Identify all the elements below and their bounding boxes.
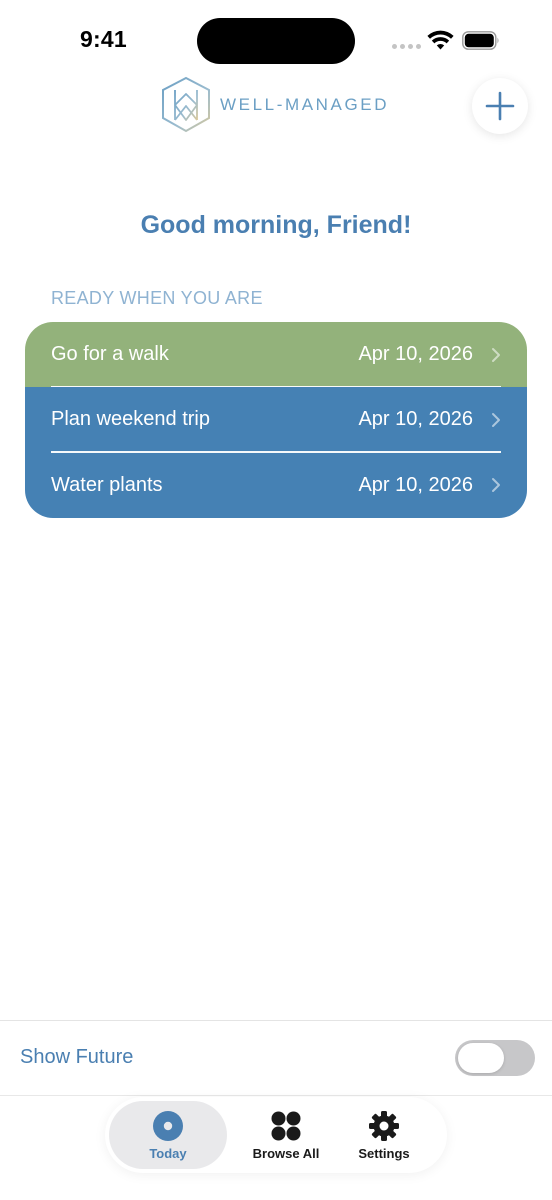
show-future-label: Show Future	[20, 1046, 134, 1068]
grid-icon	[271, 1111, 301, 1140]
toggle-knob	[458, 1043, 504, 1073]
task-row[interactable]: Plan weekend trip Apr 10, 2026	[25, 387, 527, 453]
logo-mark-icon	[162, 76, 210, 133]
dynamic-island	[197, 18, 355, 64]
task-row[interactable]: Water plants Apr 10, 2026	[25, 452, 527, 518]
battery-icon	[462, 31, 499, 50]
chevron-right-icon	[492, 347, 500, 362]
show-future-toggle[interactable]	[455, 1040, 535, 1076]
plus-icon	[485, 91, 515, 121]
tab-settings[interactable]: Settings	[325, 1101, 443, 1169]
app-logo: WELL-MANAGED	[160, 76, 389, 134]
task-date: Apr 10, 2026	[358, 343, 473, 366]
status-bar: 9:41	[0, 0, 552, 80]
cellular-signal-icon	[392, 44, 421, 49]
chevron-right-icon	[492, 412, 500, 427]
brand-name: WELL-MANAGED	[220, 95, 390, 114]
task-date: Apr 10, 2026	[358, 473, 473, 496]
greeting-title: Good morning, Friend!	[140, 211, 412, 239]
task-date: Apr 10, 2026	[358, 408, 473, 431]
tab-label: Today	[149, 1145, 187, 1161]
tab-label: Settings	[358, 1145, 410, 1161]
today-icon	[153, 1110, 183, 1141]
task-name: Water plants	[51, 473, 163, 496]
chevron-right-icon	[492, 478, 500, 493]
wifi-icon	[427, 30, 454, 50]
tab-label: Browse All	[252, 1145, 320, 1161]
add-task-button[interactable]	[472, 78, 528, 134]
task-name: Go for a walk	[51, 343, 169, 366]
status-time: 9:41	[80, 26, 127, 52]
task-name: Plan weekend trip	[51, 408, 210, 431]
tab-today[interactable]: Today	[109, 1101, 227, 1169]
task-list: Go for a walk Apr 10, 2026 Plan weekend …	[25, 322, 527, 518]
gear-icon	[369, 1110, 399, 1141]
tabbar-divider	[0, 1095, 552, 1096]
task-row[interactable]: Go for a walk Apr 10, 2026	[25, 322, 527, 388]
section-label: READY WHEN YOU ARE	[51, 288, 263, 308]
tab-bar: Today Browse All Settings	[105, 1097, 447, 1173]
